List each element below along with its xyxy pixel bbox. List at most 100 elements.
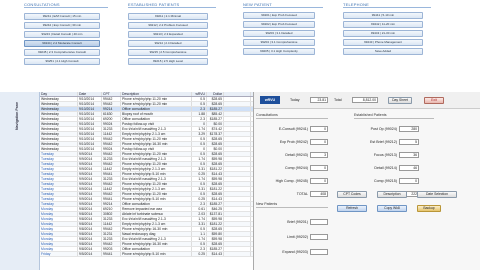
established-code-button[interactable]: 99211 | 2.1 Minimal xyxy=(128,13,208,20)
navigation-pane-label: Navigation Pane xyxy=(15,102,19,130)
est-value[interactable]: 280 xyxy=(399,126,419,132)
new-label: Limit (99202) xyxy=(287,235,308,239)
consults-label: TOTAL xyxy=(296,192,308,196)
cpt-codes-button[interactable]: CPT Codes xyxy=(337,191,367,198)
consultations-code-button[interactable]: 99243 | Detail Consult | 40 min xyxy=(24,31,100,38)
column-header[interactable]: CPT xyxy=(102,92,121,96)
established-code-button[interactable]: 99215 | 2.5 High Level xyxy=(128,58,208,65)
table-cell: 2.3 xyxy=(192,202,207,206)
new-code-button[interactable]: 99201 | Exp Prob Focused xyxy=(243,12,315,19)
new-value[interactable] xyxy=(310,234,328,240)
table-cell: $74.42 xyxy=(207,127,224,131)
consultations-code-button[interactable]: 99251 | 4.1 High Consult xyxy=(24,58,100,65)
table-cell: Tuesday xyxy=(40,152,78,156)
table-cell: 9/10/2014 xyxy=(78,137,102,141)
established-code-button[interactable]: 99215 | 2.5 Comprehensive xyxy=(128,49,208,56)
table-cell: $28.65 xyxy=(207,97,224,101)
exit-button[interactable]: Exit xyxy=(424,97,444,104)
table-cell: Tuesday xyxy=(40,197,78,201)
established-code-button[interactable]: 99213 | 2.3 Expanded xyxy=(128,31,208,38)
consults-value[interactable]: 0 xyxy=(310,178,328,184)
table-cell: Monday xyxy=(40,232,78,236)
table-cell xyxy=(224,137,251,141)
column-header[interactable]: Description xyxy=(121,92,192,96)
table-cell: Empty e/m/phy/php 2.1-3 cm xyxy=(121,167,192,171)
table-cell: 99203 xyxy=(102,247,121,251)
description-button[interactable]: Description xyxy=(377,191,407,198)
table-cell: Empty e/m/phy/php 2.1-3 cm xyxy=(121,222,192,226)
established-code-button[interactable]: 99212 | 2.2 Problem Focused xyxy=(128,22,208,29)
consults-value[interactable]: 0 xyxy=(310,165,328,171)
table-cell: 9/10/2014 xyxy=(78,122,102,126)
table-cell xyxy=(224,252,251,256)
entries-datasheet[interactable]: Day Date CPT Description wRVU Dollar Wednesda… xyxy=(40,92,254,270)
table-cell: 30802 xyxy=(102,212,121,216)
table-cell: Phone e/m/phy/php 16-30 min xyxy=(121,142,192,146)
telephone-code-button[interactable]: 99443 | 21-30 min xyxy=(343,30,423,37)
table-cell: 1.74 xyxy=(192,157,207,161)
table-cell: Phone e/m/phy/php 5-10 min xyxy=(121,172,192,176)
table-cell: 9/10/2014 xyxy=(78,142,102,146)
table-cell: 0.5 xyxy=(192,97,207,101)
table-cell: Tuesday xyxy=(40,182,78,186)
consults-value[interactable]: 0 xyxy=(310,139,328,145)
est-value[interactable]: 36 xyxy=(399,152,419,158)
new-code-button[interactable]: 99204 | 3.1 Comprehensive xyxy=(243,39,315,46)
column-header[interactable]: wRVU xyxy=(192,92,207,96)
backup-button[interactable]: Backup xyxy=(417,205,441,212)
table-cell: $181.22 xyxy=(207,167,224,171)
new-code-button[interactable]: 99202 | Exp Prob Focused xyxy=(243,21,315,28)
table-cell xyxy=(224,187,251,191)
new-value[interactable] xyxy=(310,219,328,225)
telephone-code-button[interactable]: Save Added xyxy=(343,48,423,55)
column-header[interactable]: Date xyxy=(78,92,102,96)
table-row[interactable]: Friday 9/5/2014 99441 Phone e/m/phy/php 5-1… xyxy=(40,252,253,257)
table-cell: 0.25 xyxy=(192,172,207,176)
date-selection-button[interactable]: Date Selection xyxy=(417,191,457,198)
telephone-code-button[interactable]: 99442 | 11-20 min xyxy=(343,21,423,28)
telephone-code-button[interactable]: 99441 | 5-10 min xyxy=(343,12,423,19)
column-header[interactable] xyxy=(224,92,251,96)
table-cell: 0.5 xyxy=(192,182,207,186)
table-cell: 0.5 xyxy=(192,152,207,156)
table-cell: $59.98 xyxy=(207,177,224,181)
consults-value[interactable]: 408 xyxy=(310,191,328,197)
consultations-code-button[interactable]: 99241 | E/M Consult | 15 min xyxy=(24,13,100,20)
navigation-pane[interactable]: Navigation Pane xyxy=(0,92,40,270)
established-code-button[interactable]: 99214 | 2.4 Detailed xyxy=(128,40,208,47)
table-cell: $28.65 xyxy=(207,152,224,156)
consultations-code-button[interactable]: 99245 | 2.3 Comprehensive Consult xyxy=(24,49,100,56)
table-cell: 9/10/2014 xyxy=(78,102,102,106)
table-cell: 0.5 xyxy=(192,192,207,196)
column-header[interactable]: Day xyxy=(40,92,78,96)
telephone-code-button[interactable]: 99443 | Phone Management xyxy=(343,39,423,46)
new-value[interactable] xyxy=(310,249,328,255)
consults-label: Detail (99243) xyxy=(285,153,308,157)
est-value[interactable]: 46 xyxy=(399,165,419,171)
table-cell xyxy=(224,97,251,101)
table-cell: $14.43 xyxy=(207,172,224,176)
table-cell: Exc t/x/a/n/t/l nasal/ring 2.1-3 xyxy=(121,157,192,161)
table-cell: $59.98 xyxy=(207,157,224,161)
telephone-section-title: TELEPHONE xyxy=(343,2,431,8)
copy-button[interactable]: Copy Wk8 xyxy=(377,205,407,212)
refresh-button[interactable]: Refresh xyxy=(337,205,367,212)
column-header[interactable]: Dollar xyxy=(207,92,224,96)
est-value[interactable]: 5 xyxy=(399,139,419,145)
table-cell: Postop follow-up visit xyxy=(121,147,192,151)
table-cell xyxy=(224,217,251,221)
est-label: Focus (99213) xyxy=(373,153,397,157)
new-code-button[interactable]: 99205 | 3.1 High Complexity xyxy=(243,48,315,55)
today-label: Today xyxy=(290,98,300,102)
consultations-code-button[interactable]: 99242 | Exp Consult | 30 min xyxy=(24,22,100,29)
new-code-button[interactable]: 99203 | 3.1 Detailed xyxy=(243,30,315,37)
table-cell: 0.5 xyxy=(192,137,207,141)
consultations-code-button[interactable]: 99244 | 2.2 Moderate Consult xyxy=(24,40,100,47)
consults-value[interactable]: 3 xyxy=(310,152,328,158)
est-value[interactable]: 0 xyxy=(399,178,419,184)
day-sheet-button[interactable]: Day Sheet xyxy=(388,97,412,104)
table-cell: Office consultation xyxy=(121,107,192,111)
table-cell: Phone e/m/phy/php 11-20 min xyxy=(121,182,192,186)
table-cell: 99442 xyxy=(102,192,121,196)
consults-value[interactable]: 0 xyxy=(310,126,328,132)
